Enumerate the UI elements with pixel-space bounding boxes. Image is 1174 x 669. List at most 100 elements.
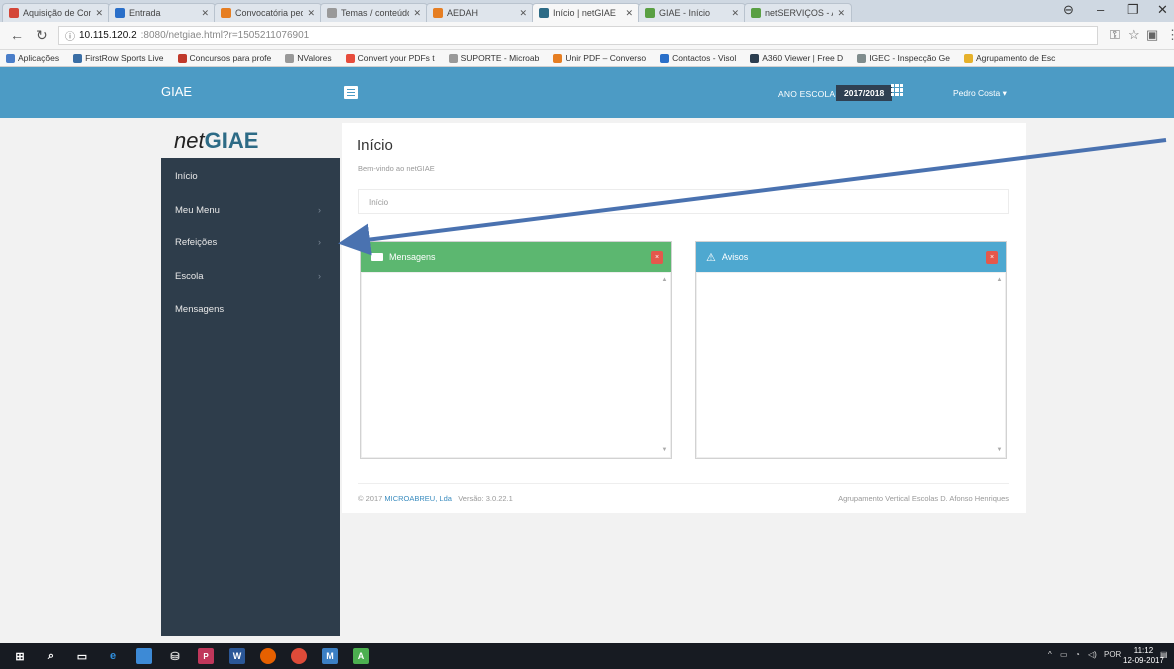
close-icon[interactable]: ✕ xyxy=(307,8,315,19)
a-app-icon[interactable]: A xyxy=(353,648,369,664)
page-subtitle: Bem-vindo ao netGIAE xyxy=(358,164,435,173)
bookmark-item[interactable]: Convert your PDFs t xyxy=(345,53,435,63)
notices-panel-header: ⚠ Avisos × xyxy=(696,242,1006,272)
sidebar-item-inicio[interactable]: Início xyxy=(175,171,198,182)
reload-icon[interactable]: ↻ xyxy=(36,27,48,44)
messages-panel-header: Mensagens × xyxy=(361,242,671,272)
bookmark-item[interactable]: SUPORTE - Microab xyxy=(448,53,539,63)
address-bar: ← ↻ ⓘ 10.115.120.2:8080/netgiae.html?r=1… xyxy=(0,22,1174,50)
url-input[interactable]: ⓘ 10.115.120.2:8080/netgiae.html?r=15052… xyxy=(58,26,1098,45)
logo-prefix: net xyxy=(174,128,205,153)
sidebar-item-mensagens[interactable]: Mensagens xyxy=(175,304,224,315)
menu-dots-icon[interactable]: ⋮ xyxy=(1166,27,1174,43)
sidebar-item-meu-menu[interactable]: Meu Menu xyxy=(175,205,220,216)
tray-up-icon[interactable]: ^ xyxy=(1048,650,1052,659)
info-icon: ⓘ xyxy=(65,32,75,43)
page-title: Início xyxy=(357,137,393,154)
wifi-icon[interactable]: ◔ xyxy=(1075,650,1080,659)
close-panel-button[interactable]: × xyxy=(651,251,663,264)
close-icon[interactable]: ✕ xyxy=(95,8,103,19)
browser-tab[interactable]: Convocatória pedi ✕ xyxy=(214,3,322,22)
chevron-right-icon: › xyxy=(318,237,321,247)
word-icon[interactable]: W xyxy=(229,648,245,664)
bookmark-star-icon[interactable]: ☆ xyxy=(1128,27,1140,43)
breadcrumb: Início xyxy=(358,189,1009,214)
browser-tab[interactable]: netSERVIÇOS - Aju ✕ xyxy=(744,3,852,22)
key-icon[interactable]: ⚿ xyxy=(1110,27,1120,43)
breadcrumb-item[interactable]: Início xyxy=(369,198,388,207)
notifications-icon[interactable]: ▤ xyxy=(1160,650,1168,659)
calendar-grid-icon[interactable] xyxy=(891,84,903,96)
user-menu[interactable]: Pedro Costa ▾ xyxy=(953,88,1007,99)
close-icon[interactable]: ✕ xyxy=(731,8,739,19)
scroll-down-icon[interactable]: ▼ xyxy=(661,447,668,453)
tab-label: AEDAH xyxy=(447,8,479,18)
close-icon[interactable]: ✕ xyxy=(201,8,209,19)
app-header: GIAE ANO ESCOLAR 2017/2018 Pedro Costa ▾ xyxy=(0,67,1174,118)
close-icon[interactable]: ✕ xyxy=(413,8,421,19)
browser-tab-active[interactable]: Início | netGIAE ✕ xyxy=(532,3,640,22)
network-icon[interactable]: ▭ xyxy=(1060,650,1068,659)
minimize-icon[interactable]: – xyxy=(1097,2,1104,17)
publisher-icon[interactable]: P xyxy=(198,648,214,664)
bookmark-item[interactable]: FirstRow Sports Live xyxy=(73,53,164,63)
chrome-icon[interactable] xyxy=(291,648,307,664)
back-arrow-icon[interactable]: ← xyxy=(10,27,24,43)
bookmark-item[interactable]: Aplicações xyxy=(6,53,59,63)
store-icon[interactable]: ⛁ xyxy=(167,648,183,664)
bookmark-label: A360 Viewer | Free D xyxy=(762,53,844,63)
scrollbar[interactable]: ▲ ▼ xyxy=(661,277,668,453)
sidebar-item-refeicoes[interactable]: Refeições xyxy=(175,237,217,248)
restore-icon[interactable]: ❐ xyxy=(1127,2,1139,18)
bookmark-item[interactable]: Concursos para profe xyxy=(177,53,271,63)
browser-tab[interactable]: Temas / conteúdos ✕ xyxy=(320,3,428,22)
edge-icon[interactable]: e xyxy=(105,648,121,664)
close-panel-button[interactable]: × xyxy=(986,251,998,264)
search-icon[interactable]: ⌕ xyxy=(43,648,59,664)
sidebar-item-escola[interactable]: Escola xyxy=(175,271,204,282)
browser-tab[interactable]: Entrada ✕ xyxy=(108,3,216,22)
giae-icon xyxy=(751,8,761,18)
visol-icon xyxy=(660,53,670,63)
m-app-icon[interactable]: M xyxy=(322,648,338,664)
warning-icon: ⚠ xyxy=(706,251,716,264)
convert-icon xyxy=(345,53,355,63)
language-indicator[interactable]: POR xyxy=(1104,650,1121,659)
bookmark-item[interactable]: NValores xyxy=(285,53,332,63)
extension-icon[interactable]: ▣ xyxy=(1146,27,1158,43)
browser-tab[interactable]: AEDAH ✕ xyxy=(426,3,534,22)
menu-toggle-icon[interactable] xyxy=(344,86,358,99)
task-view-icon[interactable]: ▭ xyxy=(74,648,90,664)
bookmark-label: IGEC - Inspecção Ge xyxy=(869,53,950,63)
bookmark-item[interactable]: Unir PDF – Converso xyxy=(553,53,646,63)
file-explorer-icon[interactable] xyxy=(136,648,152,664)
close-icon[interactable]: ✕ xyxy=(837,8,845,19)
volume-icon[interactable]: ◁) xyxy=(1088,650,1097,659)
tab-label: Temas / conteúdos xyxy=(341,8,410,18)
browser-tab[interactable]: Aquisição de Conv ✕ xyxy=(2,3,110,22)
firefox-icon[interactable] xyxy=(260,648,276,664)
clock[interactable]: 11:12 12-09-2017 xyxy=(1123,646,1164,666)
bookmark-item[interactable]: Contactos - Visol xyxy=(660,53,736,63)
message-icon xyxy=(371,253,383,261)
school-year-badge[interactable]: 2017/2018 xyxy=(836,85,893,101)
scroll-down-icon[interactable]: ▼ xyxy=(996,447,1003,453)
scroll-up-icon[interactable]: ▲ xyxy=(996,277,1003,283)
scrollbar[interactable]: ▲ ▼ xyxy=(996,277,1003,453)
brand-name[interactable]: GIAE xyxy=(161,84,192,99)
bookmark-item[interactable]: IGEC - Inspecção Ge xyxy=(857,53,950,63)
bookmarks-bar: Aplicações FirstRow Sports Live Concurso… xyxy=(0,50,1174,67)
sports-icon xyxy=(73,53,83,63)
windows-start-icon[interactable]: ⊞ xyxy=(12,648,28,664)
close-icon[interactable]: ✕ xyxy=(519,8,527,19)
company-link[interactable]: MICROABREU, Lda xyxy=(384,494,452,503)
scroll-up-icon[interactable]: ▲ xyxy=(661,277,668,283)
bookmark-item[interactable]: A360 Viewer | Free D xyxy=(750,53,843,63)
giae-icon xyxy=(645,8,655,18)
school-year-label: ANO ESCOLAR xyxy=(778,89,842,99)
close-window-icon[interactable]: ✕ xyxy=(1157,2,1168,18)
bookmark-item[interactable]: Agrupamento de Esc xyxy=(963,53,1055,63)
close-icon[interactable]: ✕ xyxy=(625,8,633,19)
profile-icon[interactable]: ⊖ xyxy=(1063,2,1074,18)
browser-tab[interactable]: GIAE - Início ✕ xyxy=(638,3,746,22)
